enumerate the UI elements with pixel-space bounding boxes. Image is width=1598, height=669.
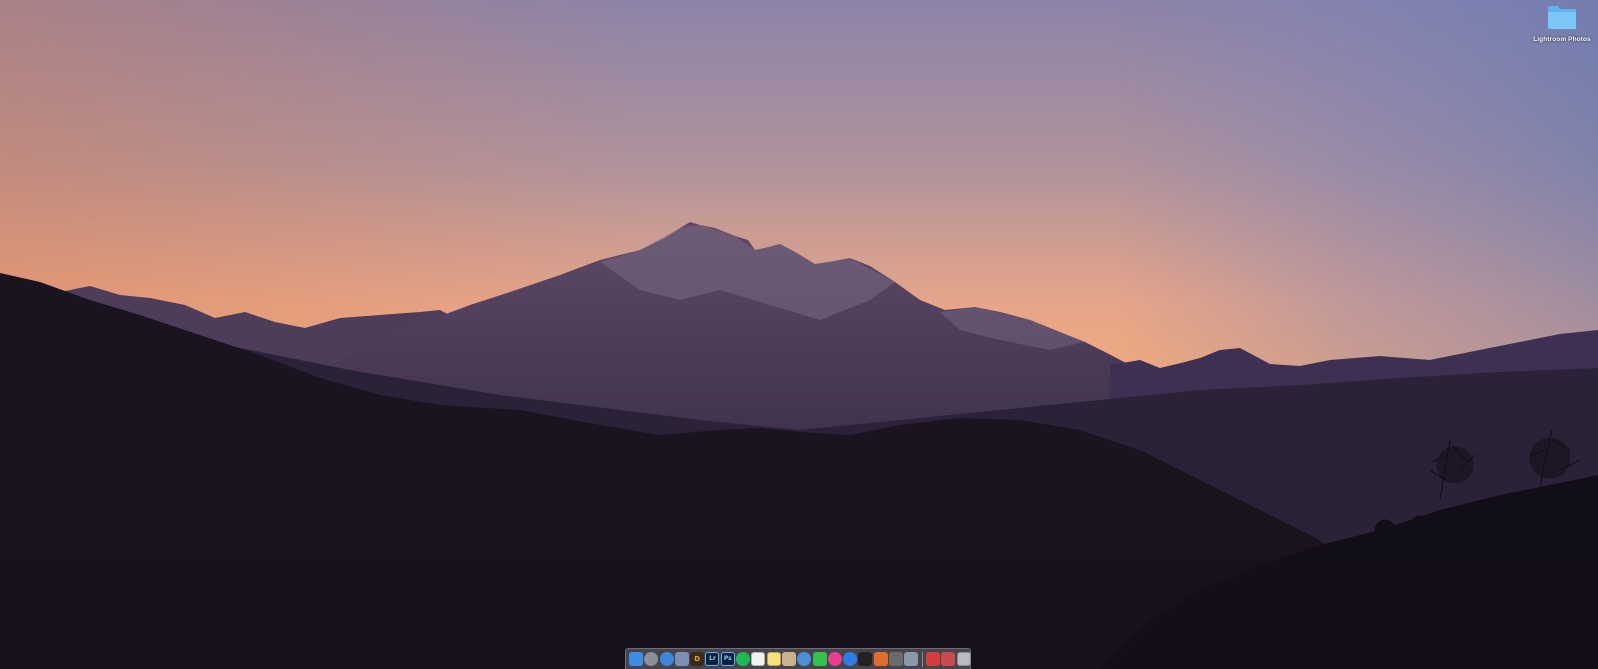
dictionary-glyph: D xyxy=(694,654,701,663)
dictionary-icon[interactable]: D xyxy=(690,652,705,666)
safari-icon[interactable] xyxy=(659,652,674,666)
desktop-wallpaper xyxy=(0,0,1598,669)
photoshop-icon[interactable]: Ps xyxy=(720,652,735,666)
screenshot-icon[interactable] xyxy=(889,652,904,666)
photoshop-glyph: Ps xyxy=(723,655,732,662)
facetime-icon[interactable] xyxy=(812,652,827,666)
dock: D Lr Ps xyxy=(625,648,971,669)
terminal-icon[interactable] xyxy=(858,652,873,666)
desktop-icon-label: Lightroom Photos xyxy=(1533,36,1591,43)
preview-icon[interactable] xyxy=(674,652,689,666)
sublime-icon[interactable] xyxy=(873,652,888,666)
trash-icon[interactable] xyxy=(956,652,971,666)
messages-icon[interactable] xyxy=(797,652,812,666)
calendar-icon[interactable] xyxy=(751,652,766,666)
lightroom-glyph: Lr xyxy=(709,655,716,662)
downloads-stack-icon[interactable] xyxy=(925,652,940,666)
itunes-icon[interactable] xyxy=(827,652,842,666)
finder-icon[interactable] xyxy=(629,652,643,666)
app-store-icon[interactable] xyxy=(843,652,858,666)
desktop-icon-lightroom-photos[interactable]: Lightroom Photos xyxy=(1530,4,1594,43)
photo-utility-icon[interactable] xyxy=(904,652,919,666)
contacts-icon[interactable] xyxy=(781,652,796,666)
dock-separator xyxy=(921,651,923,667)
notes-icon[interactable] xyxy=(766,652,781,666)
documents-stack-icon[interactable] xyxy=(941,652,956,666)
spotify-icon[interactable] xyxy=(736,652,751,666)
lightroom-icon[interactable]: Lr xyxy=(705,652,720,666)
folder-icon xyxy=(1548,6,1576,29)
launchpad-icon[interactable] xyxy=(644,652,659,666)
